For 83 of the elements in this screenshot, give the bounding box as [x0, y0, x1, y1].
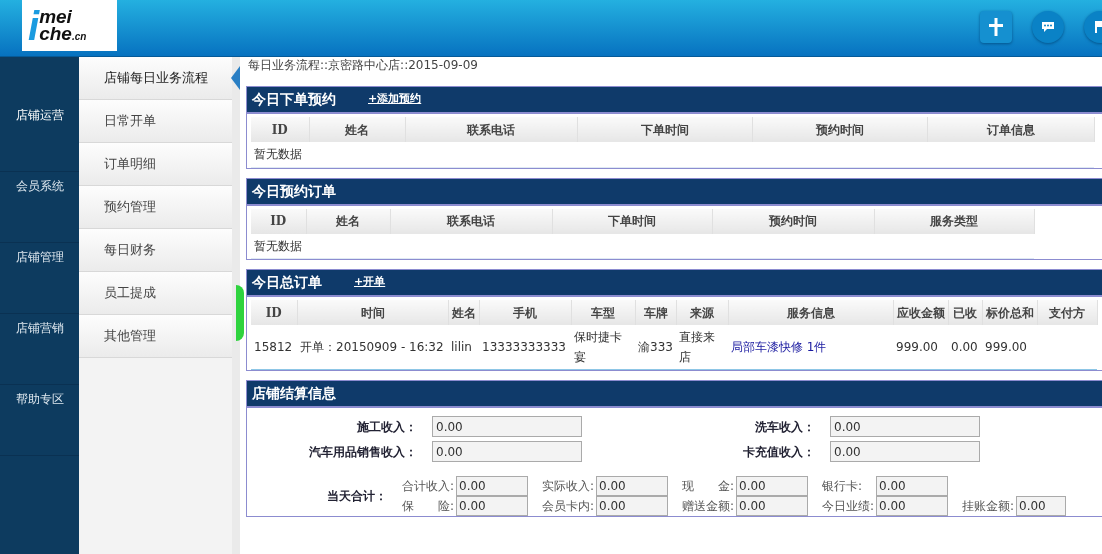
input-field[interactable]: 0.00 [736, 476, 808, 496]
field-label: 银行卡: [822, 478, 864, 495]
panel-title: 店铺结算信息 [252, 384, 336, 403]
add-link[interactable]: +开单 [354, 274, 386, 291]
input-field[interactable]: 0.00 [830, 441, 980, 462]
column-header: 姓名 [448, 300, 479, 325]
submenu-item[interactable]: 日常开单 [79, 100, 232, 143]
input-field[interactable]: 0.00 [736, 496, 808, 516]
submenu-item[interactable]: 员工提成 [79, 272, 232, 315]
input-field[interactable]: 0.00 [596, 476, 668, 496]
field-label: 实际收入: [542, 478, 596, 495]
table-cell: lilin [451, 340, 472, 354]
column-header: 手机 [479, 300, 571, 325]
column-header: ID [251, 208, 306, 234]
input-field[interactable]: 0.00 [432, 416, 582, 437]
input-field[interactable]: 0.00 [1016, 496, 1066, 516]
column-header: 标价总和 [982, 300, 1037, 325]
column-header: 来源 [676, 300, 728, 325]
column-header: 服务类型 [874, 208, 1034, 234]
column-header: 订单信息 [927, 117, 1094, 142]
field-label: 今日业绩: [822, 498, 876, 515]
column-header: 已收 [948, 300, 982, 325]
field-label: 保 险: [402, 498, 456, 515]
column-header: 车牌 [635, 300, 676, 325]
column-header: ID [251, 117, 309, 142]
input-field[interactable]: 0.00 [876, 476, 948, 496]
column-header: ID [251, 300, 297, 325]
field-label: 赠送金额: [682, 498, 736, 515]
logo-suffix: .cn [71, 30, 87, 42]
field-label: 汽车用品销售收入： [308, 443, 417, 461]
column-header: 车型 [571, 300, 635, 325]
column-header: 姓名 [309, 117, 405, 142]
column-header: 下单时间 [552, 208, 712, 234]
field-label: 施工收入： [356, 418, 417, 436]
submenu-item[interactable]: 预约管理 [79, 186, 232, 229]
totals-label: 当天合计： [326, 488, 387, 505]
table-cell: 开单：20150909 - 16:32 [300, 340, 444, 354]
panel-title: 今日预约订单 [252, 181, 336, 201]
column-header: 应收金额 [893, 300, 948, 325]
column-header: 姓名 [306, 208, 390, 234]
column-header: 服务信息 [728, 300, 893, 325]
logo-letter: i [28, 5, 40, 46]
column-header: 预约时间 [712, 208, 874, 234]
column-header: 预约时间 [752, 117, 927, 142]
table-cell: 15812 [254, 340, 293, 354]
breadcrumb: 每日业务流程::京密路中心店::2015-09-09 [248, 57, 479, 74]
table-cell: 直接来店 [679, 330, 715, 364]
chat-icon[interactable] [1032, 11, 1064, 43]
input-field[interactable]: 0.00 [596, 496, 668, 516]
panel-title: 今日下单预约 [252, 90, 336, 109]
table-cell: 保时捷卡宴 [574, 330, 622, 364]
input-field[interactable]: 0.00 [456, 496, 528, 516]
submenu-item[interactable]: 每日财务 [79, 229, 232, 272]
field-label: 挂账金额: [962, 498, 1016, 515]
plus-icon[interactable] [980, 11, 1012, 43]
field-label: 卡充值收入： [742, 443, 815, 461]
empty-message: 暂无数据 [251, 142, 1094, 167]
side-tab-marker [236, 285, 244, 341]
submenu-item[interactable]: 店铺每日业务流程 [79, 57, 232, 100]
input-field[interactable]: 0.00 [876, 496, 948, 516]
table-cell: 999.00 [985, 340, 1027, 354]
column-header: 联系电话 [405, 117, 577, 142]
field-label: 合计收入: [402, 478, 456, 495]
column-header: 联系电话 [390, 208, 552, 234]
add-link[interactable]: +添加预约 [368, 91, 422, 108]
column-header: 支付方 [1037, 300, 1097, 325]
table-cell: 13333333333 [482, 340, 566, 354]
column-header: 下单时间 [577, 117, 752, 142]
input-field[interactable]: 0.00 [456, 476, 528, 496]
column-header: 时间 [297, 300, 448, 325]
field-label: 会员卡内: [542, 498, 596, 515]
input-field[interactable]: 0.00 [432, 441, 582, 462]
table-cell: 0.00 [951, 340, 978, 354]
field-label: 洗车收入： [754, 418, 815, 436]
submenu-item[interactable]: 其他管理 [79, 315, 232, 358]
submenu-item[interactable]: 订单明细 [79, 143, 232, 186]
empty-message: 暂无数据 [251, 233, 1034, 259]
table-cell: 渝333 [638, 340, 673, 354]
service-link[interactable]: 局部车漆快修 1件 [731, 340, 827, 354]
field-label: 现 金: [682, 478, 736, 495]
table-cell: 999.00 [896, 340, 938, 354]
panel-title: 今日总订单 [252, 273, 322, 292]
input-field[interactable]: 0.00 [830, 416, 980, 437]
